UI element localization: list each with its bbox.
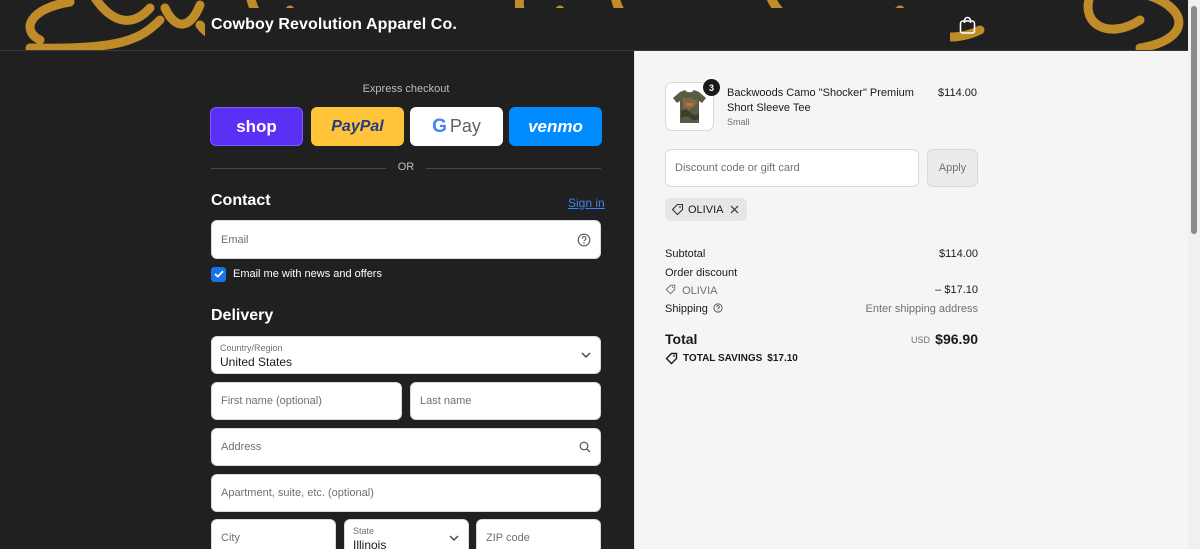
venmo-button[interactable]: venmo (509, 107, 602, 146)
shop-pay-label: shop (236, 116, 277, 136)
state-select[interactable]: State Illinois (344, 519, 469, 549)
total-currency: USD (910, 335, 930, 345)
paypal-label: PayPal (331, 117, 384, 135)
paypal-button[interactable]: PayPal (311, 107, 404, 146)
subtotal-value: $114.00 (939, 248, 978, 260)
city-field[interactable]: City (211, 519, 336, 549)
apply-discount-button[interactable]: Apply (927, 149, 978, 187)
order-summary-panel: 3 Backwoods Camo "Shocker" Premium Short… (634, 51, 1188, 549)
sign-in-link[interactable]: Sign in (568, 196, 605, 210)
page-scrollbar[interactable] (1188, 0, 1200, 549)
address-field[interactable]: Address (211, 428, 601, 466)
shopping-bag-icon[interactable] (959, 16, 976, 34)
country-select[interactable]: Country/Region United States (211, 336, 601, 374)
subtotal-label: Subtotal (665, 248, 706, 260)
total-label: Total (665, 331, 698, 347)
subtotal-row: Subtotal $114.00 (665, 248, 978, 260)
order-discount-row: Order discount (665, 267, 978, 279)
store-name[interactable]: Cowboy Revolution Apparel Co. (211, 16, 457, 34)
product-variant: Small (727, 117, 750, 127)
help-circle-icon[interactable] (713, 303, 723, 313)
shipping-label: Shipping (665, 303, 708, 315)
newsletter-option[interactable]: Email me with news and offers (211, 266, 382, 282)
or-label: OR (397, 161, 415, 173)
google-pay-button[interactable]: G Pay (410, 107, 503, 146)
first-name-field[interactable]: First name (optional) (211, 382, 402, 420)
search-icon (579, 441, 591, 453)
newsletter-label: Email me with news and offers (233, 268, 382, 280)
tag-icon (671, 203, 684, 216)
order-discount-label: Order discount (665, 267, 738, 279)
first-name-placeholder: First name (optional) (221, 395, 322, 407)
total-savings-label: TOTAL SAVINGS (683, 353, 763, 364)
or-divider: OR (211, 161, 601, 177)
header: Cowboy Revolution Apparel Co. (0, 0, 1200, 51)
applied-discount-code: OLIVIA (688, 203, 724, 216)
country-label: Country/Region (220, 343, 283, 353)
scrollbar-thumb[interactable] (1191, 6, 1197, 234)
google-pay-label: Pay (449, 116, 481, 136)
contact-heading: Contact (211, 192, 271, 209)
state-value: Illinois (353, 538, 387, 549)
shipping-row: Shipping Enter shipping address (665, 303, 978, 315)
checkmark-icon (213, 270, 224, 278)
quantity-badge: 3 (703, 79, 720, 96)
chevron-down-icon (449, 535, 459, 541)
total-savings-value: $17.10 (767, 353, 798, 364)
apartment-field[interactable]: Apartment, suite, etc. (optional) (211, 474, 601, 512)
email-placeholder: Email (221, 233, 249, 246)
discount-code-name: OLIVIA (682, 285, 718, 297)
applied-discount-chip: OLIVIA (665, 198, 748, 221)
discount-code-row: OLIVIA – $17.10 (665, 284, 978, 297)
last-name-placeholder: Last name (420, 395, 472, 407)
newsletter-checkbox[interactable] (211, 266, 226, 282)
tag-icon (665, 284, 676, 295)
discount-code-input[interactable]: Discount code or gift card (665, 149, 919, 187)
zip-field[interactable]: ZIP code (476, 519, 601, 549)
delivery-heading: Delivery (211, 307, 274, 324)
address-placeholder: Address (221, 441, 262, 453)
city-placeholder: City (221, 532, 240, 544)
product-name: Backwoods Camo "Shocker" Premium Short S… (727, 87, 914, 114)
google-g-icon: G (432, 115, 447, 137)
email-field[interactable]: Email (211, 220, 601, 259)
checkout-form-panel: Express checkout shop PayPal G Pay venmo… (0, 51, 634, 549)
venmo-label: venmo (528, 116, 583, 136)
total-row: Total USD $96.90 (665, 331, 978, 349)
product-price: $114.00 (938, 87, 977, 99)
last-name-field[interactable]: Last name (410, 382, 601, 420)
apartment-placeholder: Apartment, suite, etc. (optional) (221, 487, 374, 499)
banner-script-logo (25, 0, 1184, 50)
close-icon[interactable] (730, 205, 739, 214)
tag-icon (665, 352, 678, 365)
help-circle-icon[interactable] (577, 233, 591, 247)
state-label: State (353, 526, 375, 536)
total-value: $96.90 (935, 331, 978, 347)
chevron-down-icon (581, 352, 591, 358)
shipping-value: Enter shipping address (865, 303, 978, 315)
express-checkout-title: Express checkout (362, 83, 450, 95)
country-value: United States (220, 355, 293, 369)
shop-pay-button[interactable]: shop (210, 107, 303, 146)
discount-amount: – $17.10 (935, 284, 978, 296)
total-savings-row: TOTAL SAVINGS $17.10 (665, 352, 798, 365)
discount-placeholder: Discount code or gift card (675, 162, 800, 174)
zip-placeholder: ZIP code (486, 532, 530, 544)
